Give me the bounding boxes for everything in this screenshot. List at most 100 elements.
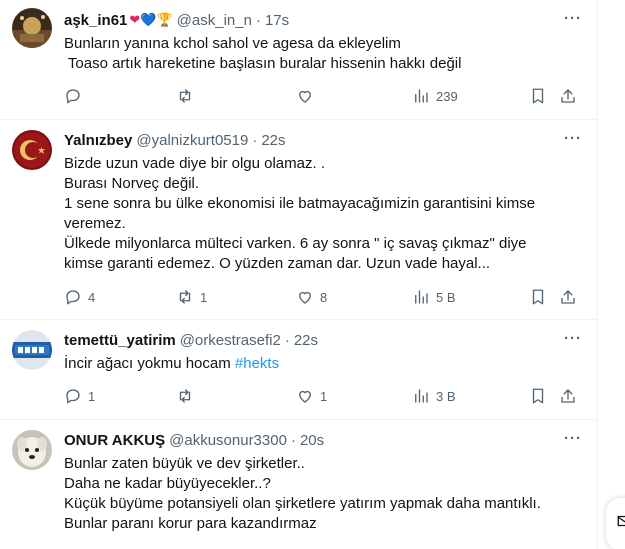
avatar[interactable] [12,8,52,48]
share-icon [561,290,575,304]
tweet-text-line: Bizde uzun vade diye bir olgu olamaz. . [64,155,325,172]
tweet-text: Bunların yanına kchol sahol ve agesa da … [64,34,584,74]
tweet-actions: 4 1 8 5 B [64,287,584,307]
share-button[interactable] [559,287,577,307]
tweet-text-line: İncir ağacı yokmu hocam #hekts [64,354,584,374]
views-button[interactable]: 5 B [412,287,456,307]
views-count: 5 B [436,289,456,305]
tweet-text-line: Bunların yanına kchol sahol ve agesa da … [64,35,401,52]
tweet-text-line: Bunlar zaten büyük ve dev şirketler.. [64,455,305,472]
tweet-text: Bunlar zaten büyük ve dev şirketler.. Da… [64,454,584,534]
display-name[interactable]: temettü_yatirim [64,332,176,349]
views-icon [415,290,428,304]
views-button[interactable]: 239 [412,86,458,106]
like-button[interactable] [296,86,320,106]
timestamp[interactable]: 20s [300,432,324,449]
name-emoji: ❤💙🏆 [129,12,173,27]
user-handle[interactable]: @orkestrasefi2 [180,332,281,349]
views-count: 3 B [436,388,456,404]
floating-action-button[interactable] [606,498,625,549]
tweet-text-line: Ülkede milyonlarca mülteci varken. 6 ay … [64,235,527,252]
hashtag-link[interactable]: #hekts [235,355,279,372]
reply-button[interactable]: 1 [64,386,95,406]
tweet-header: ONUR AKKUŞ @akkusonur3300 · 20s [64,430,582,450]
timeline-feed: aşk_in61 ❤💙🏆 @ask_in_n · 17s ··· Bunları… [0,0,598,549]
like-button[interactable]: 1 [296,386,327,406]
display-name[interactable]: ONUR AKKUŞ [64,432,165,449]
share-icon [561,89,575,103]
like-icon [299,90,311,103]
more-options-button[interactable]: ··· [564,430,582,447]
more-options-button[interactable]: ··· [564,10,582,27]
retweet-icon [179,290,191,304]
tweet-text-line: Daha ne kadar büyüyecekler..? [64,475,271,492]
tweet-text-line: veremez. [64,215,126,232]
more-options-button[interactable]: ··· [564,330,582,347]
avatar[interactable] [12,330,52,370]
views-count: 239 [436,88,458,104]
tweet[interactable]: Yalnızbey @yalnizkurt0519 · 22s ··· Bizd… [0,120,597,320]
like-count: 8 [320,289,328,305]
tweet-header: temettü_yatirim @orkestrasefi2 · 22s [64,330,582,350]
like-count: 1 [320,388,328,404]
tweet-header: aşk_in61 ❤💙🏆 @ask_in_n · 17s [64,10,582,30]
tweet-text: Bizde uzun vade diye bir olgu olamaz. . … [64,154,584,274]
bookmark-icon [532,88,544,104]
retweet-icon [179,89,191,103]
tweet[interactable]: temettü_yatirim @orkestrasefi2 · 22s ···… [0,320,597,420]
share-button[interactable] [559,86,577,106]
reply-button[interactable]: 4 [64,287,95,307]
separator-dot: · [284,331,290,349]
reply-button[interactable] [64,86,88,106]
like-icon [299,390,311,403]
bookmark-button[interactable] [529,386,547,406]
message-icon [617,515,625,527]
timestamp[interactable]: 22s [261,132,285,149]
tweet-actions: 1 1 3 B [64,386,584,406]
tweet[interactable]: ONUR AKKUŞ @akkusonur3300 · 20s ··· Bunl… [0,420,597,549]
user-handle[interactable]: @yalnizkurt0519 [136,132,248,149]
like-icon [299,291,311,304]
retweet-button[interactable]: 1 [176,287,207,307]
retweet-icon [179,389,191,403]
more-options-button[interactable]: ··· [564,130,582,147]
reply-count: 4 [88,289,96,305]
display-name[interactable]: Yalnızbey [64,132,132,149]
bookmark-button[interactable] [529,287,547,307]
bookmark-icon [532,289,544,305]
bookmark-icon [532,388,544,404]
tweet-text-line: Toaso artık hareketine başlasın buralar … [64,55,462,72]
tweet-text-line: 1 sene sonra bu ülke ekonomisi ile batma… [64,195,536,212]
share-button[interactable] [559,386,577,406]
tweet-text-line: Bunlar paranı korur para kazandırmaz [64,515,317,532]
views-button[interactable]: 3 B [412,386,456,406]
avatar[interactable] [12,430,52,470]
separator-dot: · [290,431,296,449]
tweet-actions: 239 [64,86,584,106]
tweet-text-line: Küçük büyüme potansiyeli olan şirketlere… [64,495,541,512]
reply-count: 1 [88,388,96,404]
tweet-text-line: Burası Norveç değil. [64,175,200,192]
avatar[interactable] [12,130,52,170]
tweet-text-span: İncir ağacı yokmu hocam [64,355,235,372]
tweet-header: Yalnızbey @yalnizkurt0519 · 22s [64,130,582,150]
tweet[interactable]: aşk_in61 ❤💙🏆 @ask_in_n · 17s ··· Bunları… [0,0,597,120]
share-icon [561,389,575,403]
tweet-text: İncir ağacı yokmu hocam #hekts [64,354,584,374]
retweet-button[interactable] [176,386,200,406]
retweet-count: 1 [200,289,208,305]
retweet-button[interactable] [176,86,200,106]
user-handle[interactable]: @akkusonur3300 [169,432,287,449]
reply-icon [66,290,80,305]
timestamp[interactable]: 17s [265,12,289,29]
bookmark-button[interactable] [529,86,547,106]
timestamp[interactable]: 22s [294,332,318,349]
reply-icon [66,89,80,104]
tweet-text-line: kimse garanti edemez. O yüzden zaman dar… [64,255,491,272]
views-icon [415,389,428,403]
reply-icon [66,389,80,404]
separator-dot: · [252,131,258,149]
display-name[interactable]: aşk_in61 [64,12,127,29]
like-button[interactable]: 8 [296,287,327,307]
user-handle[interactable]: @ask_in_n [177,12,252,29]
